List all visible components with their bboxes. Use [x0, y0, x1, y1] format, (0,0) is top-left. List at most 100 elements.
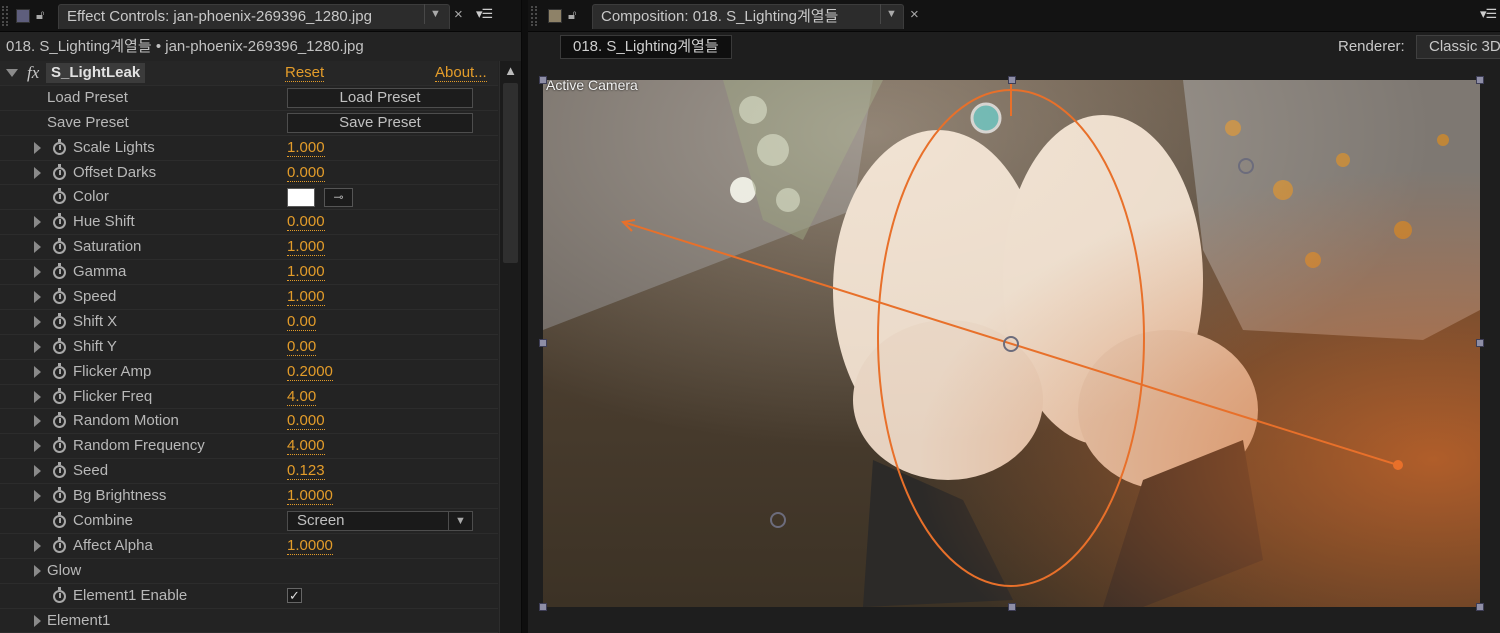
stopwatch-icon[interactable] — [53, 412, 66, 429]
composition-viewer[interactable]: Active Camera — [543, 80, 1480, 607]
property-row[interactable]: Speed 1.000 — [0, 285, 498, 310]
property-value[interactable]: 0.000 — [287, 164, 325, 182]
layer-handle[interactable] — [1008, 76, 1016, 84]
property-row[interactable]: Shift X 0.00 — [0, 310, 498, 335]
stopwatch-icon[interactable] — [53, 536, 66, 553]
fx-icon[interactable]: fx — [27, 63, 39, 83]
twirl-triangle-icon[interactable] — [34, 564, 41, 577]
about-link[interactable]: About... — [435, 64, 487, 82]
stopwatch-icon[interactable] — [53, 288, 66, 305]
property-value[interactable]: 0.00 — [287, 313, 317, 331]
preset-button[interactable]: Load Preset — [287, 87, 473, 108]
property-row[interactable]: Offset Darks 0.000 — [0, 161, 498, 186]
twirl-triangle-icon[interactable] — [34, 440, 41, 453]
layer-handle[interactable] — [539, 76, 547, 84]
layer-handle[interactable] — [1476, 603, 1484, 611]
twirl-triangle-icon[interactable] — [6, 69, 18, 77]
checkmark-icon[interactable]: ✓ — [287, 587, 302, 603]
stopwatch-icon[interactable] — [53, 213, 66, 230]
tab-composition[interactable]: Composition: 018. S_Lighting계열들 — [592, 4, 904, 29]
property-row[interactable]: Random Frequency 4.000 — [0, 434, 498, 460]
twirl-triangle-icon[interactable] — [34, 216, 41, 229]
dropdown-icon[interactable]: ▼ — [880, 4, 902, 24]
property-value[interactable]: 0.00 — [287, 338, 317, 356]
close-icon[interactable]: × — [454, 6, 463, 24]
property-row[interactable]: Gamma 1.000 — [0, 260, 498, 286]
twirl-triangle-icon[interactable] — [34, 291, 41, 304]
property-row[interactable]: Combine Screen ▼ — [0, 509, 498, 534]
property-value[interactable]: 4.000 — [287, 437, 325, 456]
twirl-triangle-icon[interactable] — [34, 141, 41, 154]
property-row[interactable]: Flicker Amp 0.2000 — [0, 360, 498, 385]
property-value[interactable]: 1.000 — [287, 263, 325, 282]
stopwatch-icon[interactable] — [53, 163, 66, 180]
stopwatch-icon[interactable] — [53, 337, 66, 354]
stopwatch-icon[interactable] — [53, 462, 66, 479]
stopwatch-icon[interactable] — [53, 387, 66, 404]
stopwatch-icon[interactable] — [53, 437, 66, 454]
combine-select[interactable]: Screen ▼ — [287, 511, 473, 532]
panel-menu-icon[interactable]: ▾☰ — [476, 5, 493, 23]
twirl-triangle-icon[interactable] — [34, 166, 41, 179]
layer-handle[interactable] — [1476, 76, 1484, 84]
panel-grip[interactable] — [2, 6, 8, 26]
scrollbar-thumb[interactable] — [503, 83, 518, 263]
stopwatch-icon[interactable] — [53, 487, 66, 504]
property-value[interactable]: 4.00 — [287, 388, 317, 406]
twirl-triangle-icon[interactable] — [34, 315, 41, 328]
property-row[interactable]: Affect Alpha 1.0000 — [0, 534, 498, 559]
renderer-select[interactable]: Classic 3D — [1416, 35, 1500, 59]
stopwatch-icon[interactable] — [53, 362, 66, 379]
property-row[interactable]: Random Motion 0.000 — [0, 409, 498, 435]
lock-icon[interactable]: 🔓︎ — [36, 7, 50, 23]
twirl-triangle-icon[interactable] — [34, 266, 41, 279]
property-value[interactable]: 0.123 — [287, 462, 325, 481]
color-swatch[interactable] — [287, 188, 315, 208]
lock-icon[interactable]: 🔓︎ — [568, 7, 582, 23]
chevron-down-icon[interactable]: ▼ — [448, 512, 472, 531]
property-value[interactable]: 0.000 — [287, 412, 325, 431]
twirl-triangle-icon[interactable] — [34, 490, 41, 503]
property-row[interactable]: Bg Brightness 1.0000 — [0, 484, 498, 510]
scroll-up-icon[interactable]: ▲ — [500, 63, 521, 78]
property-value[interactable]: 1.000 — [287, 139, 325, 157]
twirl-triangle-icon[interactable] — [34, 465, 41, 478]
reset-link[interactable]: Reset — [285, 64, 325, 82]
property-row[interactable]: Save Preset Save Preset — [0, 111, 498, 136]
layer-handle[interactable] — [1476, 339, 1484, 347]
property-row[interactable]: Seed 0.123 — [0, 459, 498, 485]
eyedropper-icon[interactable]: ⊸ — [324, 188, 353, 208]
property-value[interactable]: 1.0000 — [287, 487, 333, 506]
property-row[interactable]: Load Preset Load Preset — [0, 86, 498, 111]
effect-header-row[interactable]: fx S_LightLeak Reset About... — [0, 61, 498, 86]
layer-handle[interactable] — [539, 339, 547, 347]
scrollbar[interactable]: ▲ — [499, 61, 521, 633]
tab-effect-controls[interactable]: Effect Controls: jan-phoenix-269396_1280… — [58, 4, 450, 29]
property-row[interactable]: Shift Y 0.00 — [0, 335, 498, 360]
property-value[interactable]: 0.000 — [287, 213, 325, 232]
layer-handle[interactable] — [539, 603, 547, 611]
dropdown-icon[interactable]: ▼ — [424, 4, 446, 24]
property-value[interactable]: 1.0000 — [287, 537, 333, 555]
property-row[interactable]: Scale Lights 1.000 — [0, 136, 498, 161]
layer-handle[interactable] — [1008, 603, 1016, 611]
twirl-triangle-icon[interactable] — [34, 340, 41, 353]
property-row[interactable]: Flicker Freq 4.00 — [0, 385, 498, 410]
panel-menu-icon[interactable]: ▾☰ — [1480, 5, 1497, 23]
property-value[interactable]: 0.2000 — [287, 363, 333, 381]
stopwatch-icon[interactable] — [53, 512, 66, 529]
preset-button[interactable]: Save Preset — [287, 112, 473, 133]
twirl-triangle-icon[interactable] — [34, 241, 41, 254]
twirl-triangle-icon[interactable] — [34, 365, 41, 378]
twirl-triangle-icon[interactable] — [34, 539, 41, 552]
comp-name-tab[interactable]: 018. S_Lighting계열들 — [560, 35, 732, 59]
panel-grip[interactable] — [531, 6, 537, 26]
property-row[interactable]: Saturation 1.000 — [0, 235, 498, 261]
twirl-triangle-icon[interactable] — [34, 415, 41, 428]
property-row[interactable]: Element1 Enable ✓ — [0, 584, 498, 609]
close-icon[interactable]: × — [910, 6, 919, 24]
property-value[interactable]: 1.000 — [287, 288, 325, 307]
stopwatch-icon[interactable] — [53, 586, 66, 603]
effect-name[interactable]: S_LightLeak — [46, 63, 146, 83]
stopwatch-icon[interactable] — [53, 263, 66, 280]
